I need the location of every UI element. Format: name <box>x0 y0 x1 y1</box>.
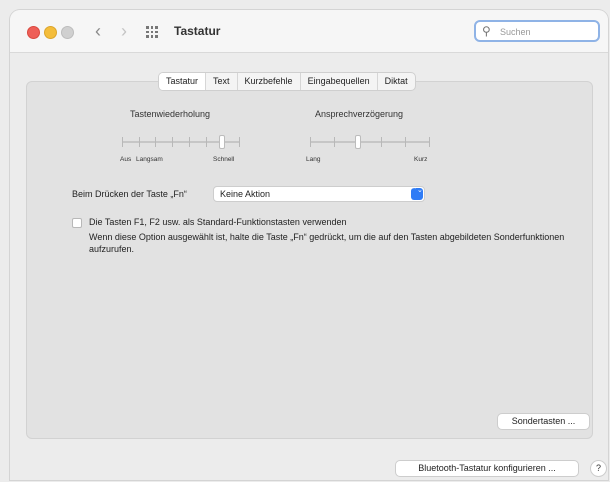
system-preferences-window: ‹ › Tastatur ⚲ Tastatur Text Kurzbefehle… <box>10 10 608 480</box>
fn-key-selected-value: Keine Aktion <box>220 189 271 199</box>
zoom-button[interactable] <box>61 26 74 39</box>
slider-tick <box>239 137 240 147</box>
bluetooth-keyboard-setup-button[interactable]: Bluetooth-Tastatur konfigurieren ... <box>395 460 579 477</box>
search-input[interactable] <box>498 23 598 41</box>
slider-tick <box>189 137 190 147</box>
key-repeat-fast-caption: Schnell <box>213 156 235 163</box>
delay-short-caption: Kurz <box>414 156 428 163</box>
search-icon: ⚲ <box>482 24 491 38</box>
delay-until-repeat-slider[interactable] <box>310 135 430 149</box>
title-bar: ‹ › Tastatur ⚲ <box>10 10 608 53</box>
window-title: Tastatur <box>174 24 221 38</box>
tab-tastatur[interactable]: Tastatur <box>159 73 206 90</box>
tab-diktat[interactable]: Diktat <box>376 73 415 90</box>
slider-tick <box>122 137 123 147</box>
slider-tick <box>310 137 311 147</box>
tab-eingabequellen[interactable]: Eingabequellen <box>299 73 377 90</box>
delay-long-caption: Lang <box>306 156 321 163</box>
forward-arrow-icon[interactable]: › <box>116 21 132 42</box>
slider-tick <box>429 137 430 147</box>
slider-tick <box>172 137 173 147</box>
slider-tick <box>206 137 207 147</box>
show-all-grid-icon[interactable] <box>146 26 158 38</box>
tab-kurzbefehle[interactable]: Kurzbefehle <box>236 73 300 90</box>
help-button[interactable]: ? <box>590 460 607 477</box>
slider-tick <box>381 137 382 147</box>
modifier-keys-button[interactable]: Sondertasten ... <box>497 413 590 430</box>
slider-knob[interactable] <box>355 135 361 149</box>
slider-tick <box>334 137 335 147</box>
tab-bar: Tastatur Text Kurzbefehle Eingabequellen… <box>158 72 416 91</box>
search-field[interactable]: ⚲ <box>474 20 600 42</box>
popup-arrows-icon: ⌃⌄ <box>411 187 423 200</box>
function-keys-description: Wenn diese Option ausgewählt ist, halte … <box>89 232 565 254</box>
key-repeat-slider[interactable] <box>122 135 240 149</box>
close-button[interactable] <box>27 26 40 39</box>
back-arrow-icon[interactable]: ‹ <box>90 21 106 42</box>
tab-text[interactable]: Text <box>205 73 237 90</box>
slider-knob[interactable] <box>219 135 225 149</box>
fn-key-popup[interactable]: Keine Aktion ⌃⌄ <box>213 186 425 202</box>
key-repeat-slow-caption: Langsam <box>136 156 163 163</box>
key-repeat-off-caption: Aus <box>120 156 132 163</box>
function-keys-label[interactable]: Die Tasten F1, F2 usw. als Standard-Funk… <box>89 217 346 227</box>
function-keys-checkbox[interactable] <box>72 218 82 228</box>
slider-tick <box>155 137 156 147</box>
fn-key-label: Beim Drücken der Taste „Fn“ <box>72 189 187 199</box>
key-repeat-title: Tastenwiederholung <box>130 109 211 119</box>
slider-tick <box>139 137 140 147</box>
minimize-button[interactable] <box>44 26 57 39</box>
delay-title: Ansprechverzögerung <box>315 109 404 119</box>
slider-tick <box>405 137 406 147</box>
